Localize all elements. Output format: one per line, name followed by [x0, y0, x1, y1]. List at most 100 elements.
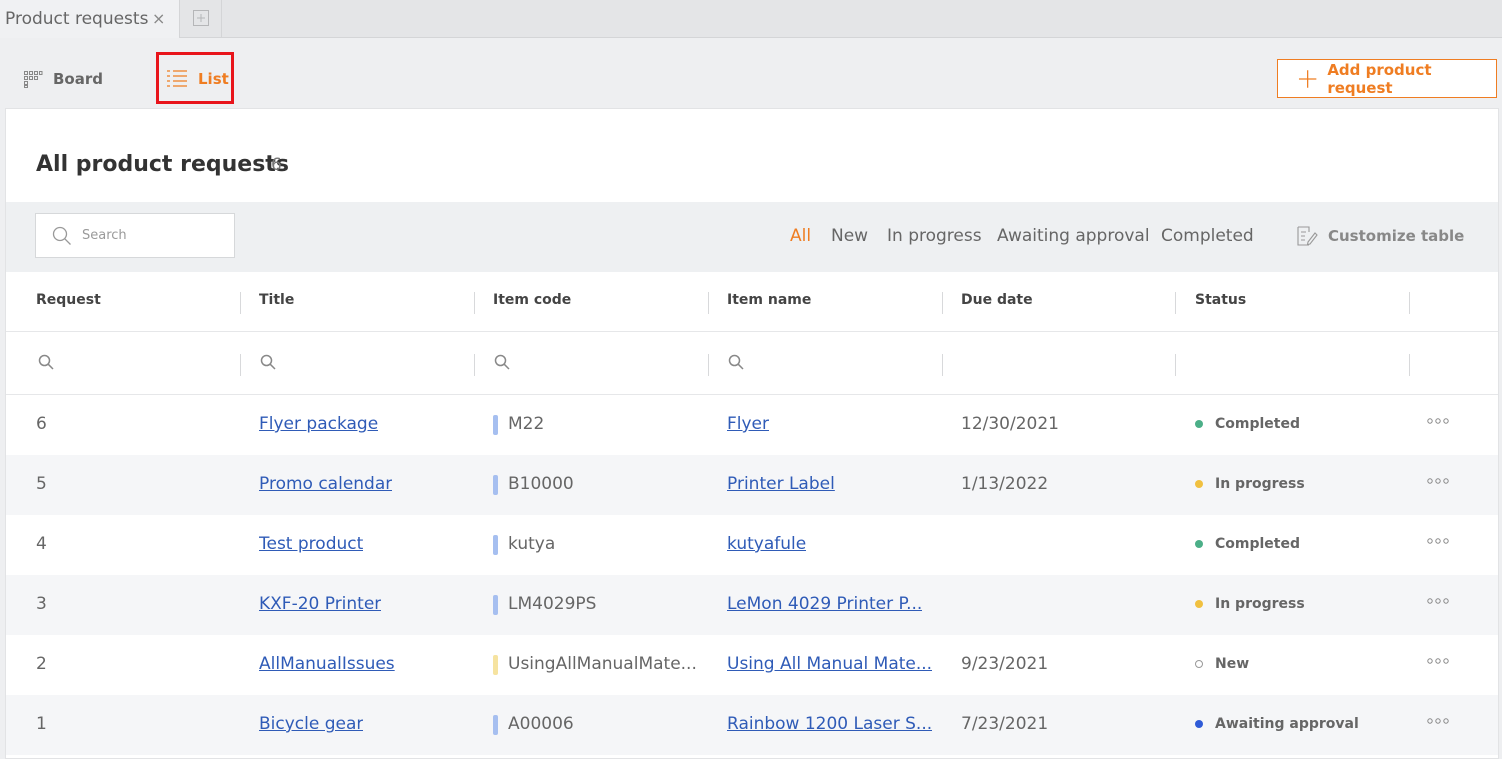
- column-divider[interactable]: [1175, 292, 1176, 314]
- item-code-color-bar: [493, 655, 498, 675]
- item-name-link[interactable]: kutyafule: [727, 534, 806, 554]
- plus-icon: [1298, 69, 1317, 88]
- new-tab-icon: [193, 10, 209, 26]
- filter-in-progress[interactable]: In progress: [887, 226, 982, 246]
- column-header-title[interactable]: Title: [259, 292, 294, 308]
- filter-completed[interactable]: Completed: [1161, 226, 1254, 246]
- request-title-link[interactable]: Bicycle gear: [259, 714, 363, 734]
- page-title: All product requests: [36, 152, 289, 177]
- request-title-link[interactable]: Promo calendar: [259, 474, 392, 494]
- request-number: 4: [36, 534, 47, 554]
- title-filter-search-icon[interactable]: [260, 354, 276, 370]
- status-badge: New: [1195, 656, 1249, 672]
- request-number: 1: [36, 714, 47, 734]
- due-date: 9/23/2021: [961, 654, 1049, 674]
- item-name-link[interactable]: Printer Label: [727, 474, 835, 494]
- request-number: 6: [36, 414, 47, 434]
- item-name-link[interactable]: Rainbow 1200 Laser S...: [727, 714, 932, 734]
- more-options-icon[interactable]: [1427, 478, 1449, 484]
- column-divider: [1175, 354, 1176, 376]
- item-code: LM4029PS: [508, 594, 597, 614]
- item-name-link[interactable]: Using All Manual Mate...: [727, 654, 932, 674]
- item-code-color-bar: [493, 715, 498, 735]
- column-divider: [240, 354, 241, 376]
- column-divider[interactable]: [708, 292, 709, 314]
- item-code: M22: [508, 414, 545, 434]
- request-count: 6: [271, 155, 282, 175]
- filter-new[interactable]: New: [831, 226, 868, 246]
- add-button-label: Add product request: [1327, 60, 1432, 97]
- column-header-item-name[interactable]: Item name: [727, 292, 811, 308]
- table-row[interactable]: 2 AllManualIssues UsingAllManualMate... Usi…: [6, 635, 1498, 695]
- column-divider[interactable]: [942, 292, 943, 314]
- column-header-item-code[interactable]: Item code: [493, 292, 571, 308]
- status-label: Completed: [1215, 536, 1301, 552]
- board-icon: [24, 71, 43, 88]
- status-label: Completed: [1215, 416, 1301, 432]
- filter-all[interactable]: All: [790, 226, 811, 246]
- request-title-link[interactable]: Test product: [259, 534, 363, 554]
- tab-label: Product requests: [5, 9, 149, 29]
- request-number: 2: [36, 654, 47, 674]
- status-badge: In progress: [1195, 476, 1305, 492]
- due-date: 12/30/2021: [961, 414, 1059, 434]
- request-title-link[interactable]: KXF-20 Printer: [259, 594, 381, 614]
- filter-awaiting-approval[interactable]: Awaiting approval: [997, 226, 1150, 246]
- item-code-color-bar: [493, 415, 498, 435]
- board-view-label: Board: [53, 70, 103, 88]
- request-title-link[interactable]: Flyer package: [259, 414, 378, 434]
- status-dot-icon: [1195, 600, 1203, 608]
- board-view-button[interactable]: Board: [23, 65, 103, 93]
- item-code-color-bar: [493, 595, 498, 615]
- more-options-icon[interactable]: [1427, 658, 1449, 664]
- more-options-icon[interactable]: [1427, 538, 1449, 544]
- table-header: Request Title Item code Item name Due da…: [6, 272, 1498, 332]
- search-placeholder: Search: [82, 228, 127, 243]
- due-date: 7/23/2021: [961, 714, 1049, 734]
- column-header-due-date[interactable]: Due date: [961, 292, 1033, 308]
- column-header-request[interactable]: Request: [36, 292, 101, 308]
- request-number: 5: [36, 474, 47, 494]
- item-code: kutya: [508, 534, 556, 554]
- tab-bar: Product requests ×: [0, 0, 1502, 38]
- new-tab-button[interactable]: [180, 0, 222, 38]
- status-badge: Completed: [1195, 416, 1300, 432]
- edit-table-icon: [1297, 226, 1318, 246]
- item-code: UsingAllManualMate...: [508, 654, 697, 674]
- table-row[interactable]: 3 KXF-20 Printer LM4029PS LeMon 4029 Printe…: [6, 575, 1498, 635]
- status-label: New: [1215, 656, 1250, 672]
- status-badge: In progress: [1195, 596, 1305, 612]
- item-name-link[interactable]: Flyer: [727, 414, 769, 434]
- status-dot-icon: [1195, 660, 1203, 668]
- status-dot-icon: [1195, 720, 1203, 728]
- search-input[interactable]: Search: [35, 213, 235, 258]
- status-label: In progress: [1215, 476, 1305, 492]
- column-divider[interactable]: [474, 292, 475, 314]
- more-options-icon[interactable]: [1427, 418, 1449, 424]
- item-code-color-bar: [493, 535, 498, 555]
- request-title-link[interactable]: AllManualIssues: [259, 654, 395, 674]
- table-row[interactable]: 4 Test product kutya kutyafule Completed: [6, 515, 1498, 575]
- status-label: In progress: [1215, 596, 1305, 612]
- request-number: 3: [36, 594, 47, 614]
- column-divider[interactable]: [240, 292, 241, 314]
- column-header-status[interactable]: Status: [1195, 292, 1246, 308]
- column-divider[interactable]: [1409, 292, 1410, 314]
- table-row[interactable]: 6 Flyer package M22 Flyer 12/30/2021 Complete…: [6, 395, 1498, 455]
- add-product-request-button[interactable]: Add product request: [1277, 59, 1497, 98]
- status-badge: Completed: [1195, 536, 1300, 552]
- customize-table-button[interactable]: Customize table: [1296, 225, 1464, 247]
- main-panel: All product requests 6 Search All New In…: [5, 108, 1499, 759]
- request-filter-search-icon[interactable]: [38, 354, 54, 370]
- item-code-filter-search-icon[interactable]: [494, 354, 510, 370]
- item-name-filter-search-icon[interactable]: [728, 354, 744, 370]
- status-dot-icon: [1195, 420, 1203, 428]
- more-options-icon[interactable]: [1427, 718, 1449, 724]
- more-options-icon[interactable]: [1427, 598, 1449, 604]
- table-row[interactable]: 1 Bicycle gear A00006 Rainbow 1200 Laser S.…: [6, 695, 1498, 755]
- tab-product-requests[interactable]: Product requests ×: [0, 0, 180, 38]
- close-icon[interactable]: ×: [152, 9, 165, 28]
- status-label: Awaiting approval: [1215, 716, 1359, 732]
- table-row[interactable]: 5 Promo calendar B10000 Printer Label 1/13/2…: [6, 455, 1498, 515]
- item-name-link[interactable]: LeMon 4029 Printer P...: [727, 594, 922, 614]
